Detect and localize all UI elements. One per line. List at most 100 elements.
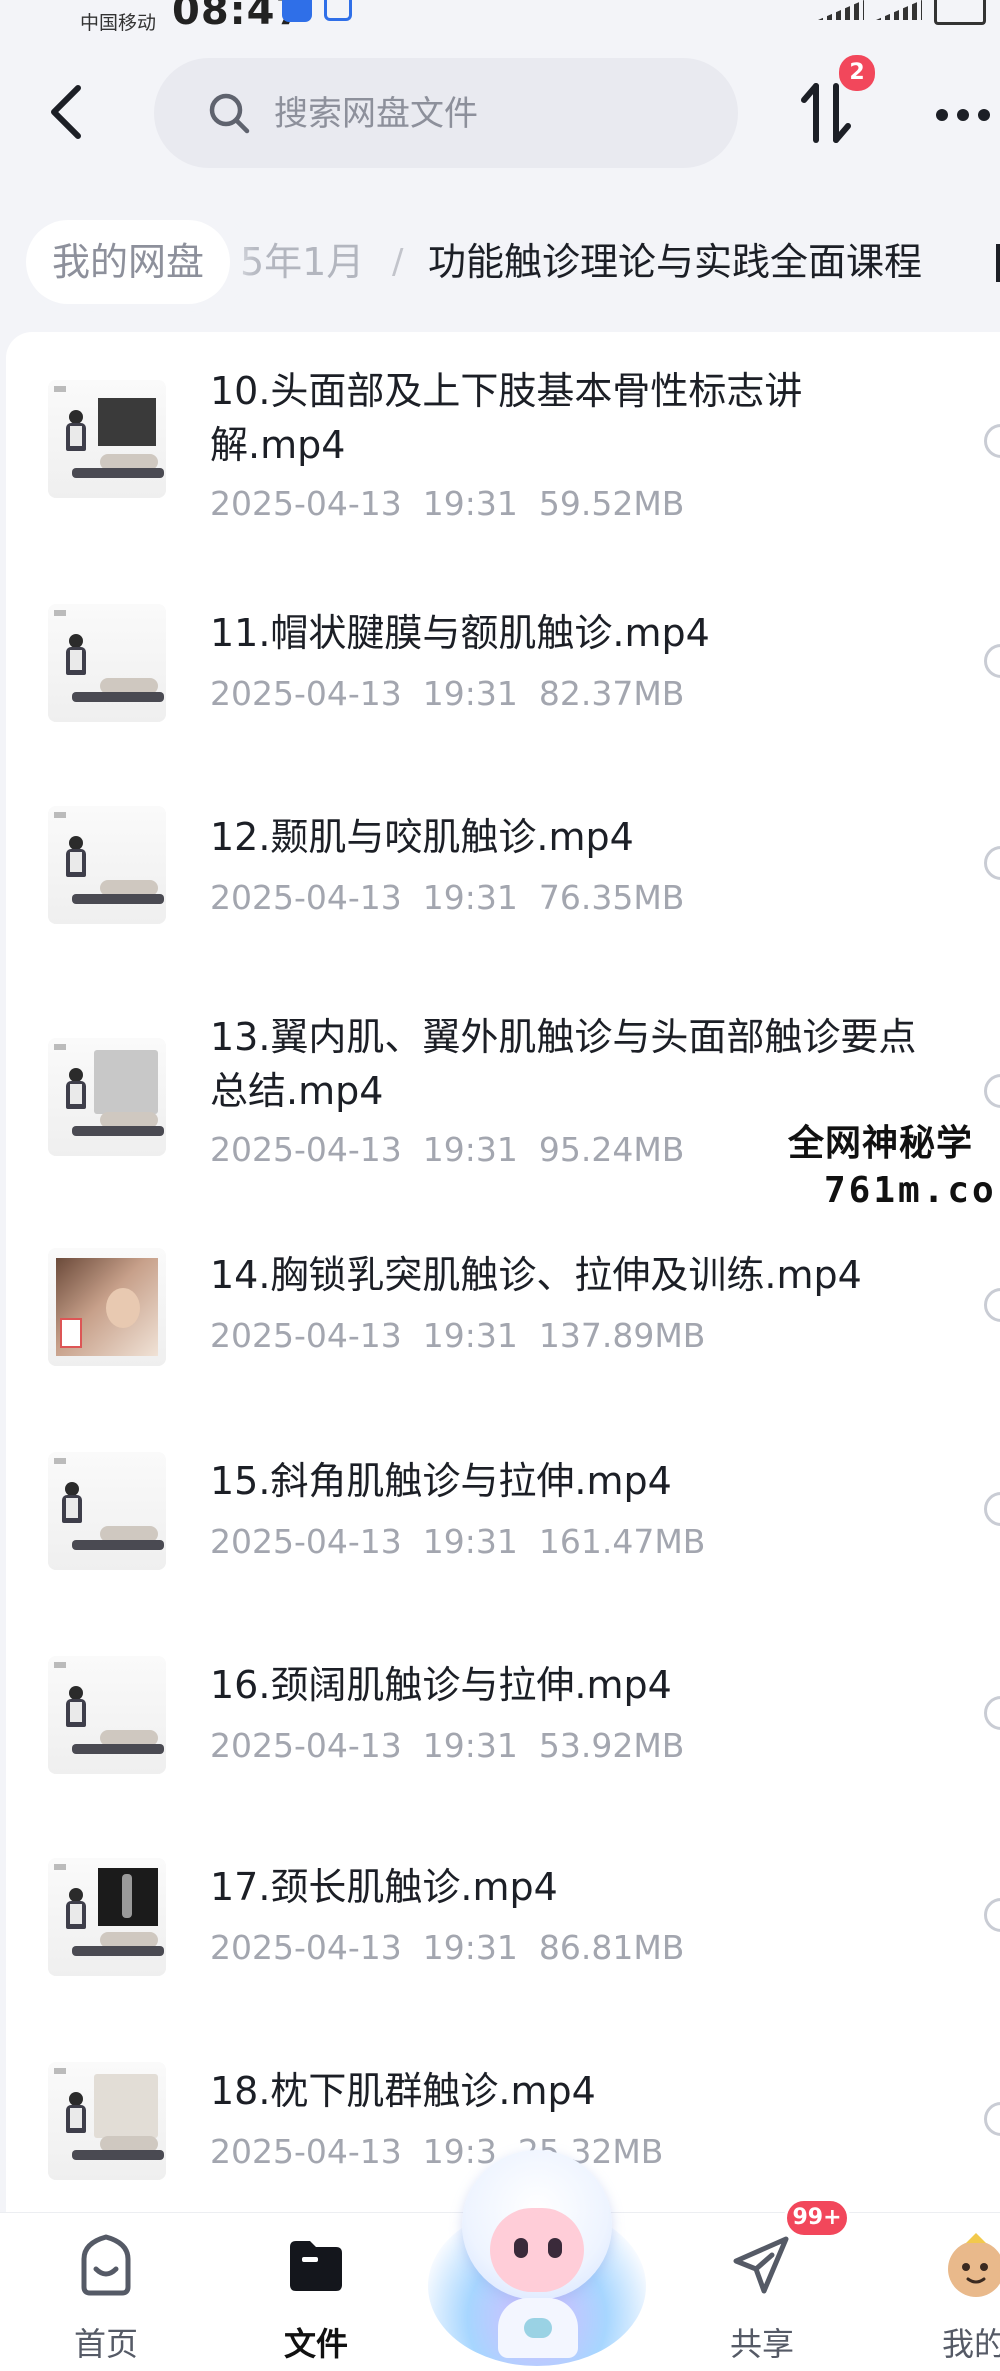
signal-icon (818, 0, 864, 20)
video-thumbnail (48, 1248, 166, 1366)
watermark-line-1: 全网神秘学 (788, 1123, 974, 1164)
file-name: 11.帽状腱膜与额肌触诊.mp4 (210, 611, 710, 655)
file-time: 19:31 (422, 674, 518, 713)
file-size: 137.89MB (538, 1316, 706, 1355)
transfer-count-badge: 2 (836, 52, 878, 94)
breadcrumb-item-home[interactable]: 我的网盘 (26, 220, 231, 304)
file-time: 19:31 (422, 1130, 518, 1169)
breadcrumb: 5年1月 / 功能触诊理论与实践全面课程 我的网盘 (0, 220, 1000, 312)
avatar-icon (948, 2233, 1000, 2297)
select-radio[interactable] (984, 1696, 1000, 1730)
more-dot-icon (957, 109, 969, 121)
select-radio[interactable] (984, 644, 1000, 678)
file-meta: 2025-04-13 19:31 161.47MB (210, 1522, 705, 1562)
file-time: 19:31 (422, 1928, 518, 1967)
search-icon (209, 93, 250, 134)
file-name: 15.斜角肌触诊与拉伸.mp4 (210, 1459, 672, 1503)
file-date: 2025-04-13 (210, 878, 402, 917)
nav-item-me[interactable]: 我的 (900, 2213, 1000, 2371)
file-name: 13.翼内肌、翼外肌触诊与头面部触诊要点总结.mp4 (210, 1015, 917, 1113)
file-name: 12.颞肌与咬肌触诊.mp4 (210, 815, 634, 859)
select-radio[interactable] (984, 1492, 1000, 1526)
select-radio[interactable] (984, 846, 1000, 880)
video-thumbnail (48, 604, 166, 722)
file-date: 2025-04-13 (210, 1726, 402, 1765)
video-thumbnail (48, 1656, 166, 1774)
share-plane-icon (733, 2236, 789, 2294)
file-date: 2025-04-13 (210, 2132, 402, 2171)
nav-item-home[interactable]: 首页 (26, 2213, 186, 2371)
file-date: 2025-04-13 (210, 1130, 402, 1169)
ai-mascot-eye (514, 2238, 528, 2258)
file-name: 14.胸锁乳突肌触诊、拉伸及训练.mp4 (210, 1253, 862, 1297)
file-name: 16.颈阔肌触诊与拉伸.mp4 (210, 1663, 672, 1707)
back-button[interactable] (44, 82, 90, 142)
ai-mascot-eye (548, 2238, 562, 2258)
file-time: 19:31 (422, 1522, 518, 1561)
notification-app-icon-2 (324, 0, 352, 21)
file-size: 86.81MB (538, 1928, 685, 1967)
file-size: 53.92MB (538, 1726, 685, 1765)
breadcrumb-overflow-indicator (996, 244, 1000, 282)
file-meta: 2025-04-13 19:31 76.35MB (210, 878, 684, 918)
signal-icon-2 (876, 0, 922, 20)
more-dot-icon (936, 109, 948, 121)
nav-label-home: 首页 (73, 2325, 138, 2363)
file-size: 76.35MB (538, 878, 685, 917)
share-notification-badge: 99+ (784, 2198, 850, 2238)
select-radio[interactable] (984, 424, 1000, 458)
file-time: 19:31 (422, 484, 518, 523)
file-size: 82.37MB (538, 674, 685, 713)
file-name: 10.头面部及上下肢基本骨性标志讲解.mp4 (210, 369, 803, 467)
back-arrow-icon (51, 85, 81, 139)
select-radio[interactable] (984, 1898, 1000, 1932)
file-date: 2025-04-13 (210, 1316, 402, 1355)
folder-icon (290, 2241, 342, 2291)
file-list: 10.头面部及上下肢基本骨性标志讲解.mp4 2025-04-13 19:31 … (6, 332, 1000, 2212)
more-options-button[interactable] (936, 100, 992, 130)
breadcrumb-separator: / (392, 242, 404, 282)
carrier-label: 中国移动 (80, 12, 157, 34)
select-radio[interactable] (984, 1074, 1000, 1108)
file-name: 17.颈长肌触诊.mp4 (210, 1865, 558, 1909)
ai-mascot-logo-icon (524, 2318, 552, 2338)
watermark-line-2: 761m.co (824, 1170, 997, 1211)
nav-label-files: 文件 (283, 2325, 348, 2363)
file-date: 2025-04-13 (210, 484, 402, 523)
file-size: 59.52MB (538, 484, 685, 523)
nav-label-me: 我的 (942, 2325, 1000, 2363)
file-time: 19:31 (422, 878, 518, 917)
nav-label-share: 共享 (729, 2325, 794, 2363)
file-meta: 2025-04-13 19:31 59.52MB (210, 484, 684, 524)
file-meta: 2025-04-13 19:31 86.81MB (210, 1928, 684, 1968)
video-thumbnail (48, 1858, 166, 1976)
ai-mascot-face (490, 2208, 584, 2292)
notification-app-icon (282, 0, 312, 22)
breadcrumb-item-month[interactable]: 5年1月 (240, 220, 364, 304)
file-time: 19:31 (422, 1316, 518, 1355)
file-date: 2025-04-13 (210, 674, 402, 713)
file-time: 19:31 (422, 1726, 518, 1765)
nav-item-files[interactable]: 文件 (236, 2213, 396, 2371)
breadcrumb-item-current: 功能触诊理论与实践全面课程 (428, 240, 923, 284)
file-size: 161.47MB (538, 1522, 706, 1561)
file-date: 2025-04-13 (210, 1928, 402, 1967)
video-thumbnail (48, 806, 166, 924)
file-meta: 2025-04-13 19:31 82.37MB (210, 674, 684, 714)
video-thumbnail (48, 2062, 166, 2180)
video-thumbnail (48, 1452, 166, 1570)
search-bar[interactable] (154, 58, 738, 168)
status-indicators (818, 0, 986, 25)
file-date: 2025-04-13 (210, 1522, 402, 1561)
status-bar: 中国移动 08:47 (0, 0, 1000, 40)
file-size: 95.24MB (538, 1130, 685, 1169)
select-radio[interactable] (984, 1288, 1000, 1322)
file-name: 18.枕下肌群触诊.mp4 (210, 2069, 596, 2113)
select-radio[interactable] (984, 2102, 1000, 2136)
file-meta: 2025-04-13 19:31 95.24MB (210, 1130, 684, 1170)
ai-assistant-button[interactable] (428, 2150, 646, 2370)
search-input[interactable] (272, 86, 696, 142)
video-thumbnail (48, 1038, 166, 1156)
watermark-overlay: 全网神秘学 761m.co (782, 1110, 1000, 1226)
home-icon (81, 2234, 131, 2296)
